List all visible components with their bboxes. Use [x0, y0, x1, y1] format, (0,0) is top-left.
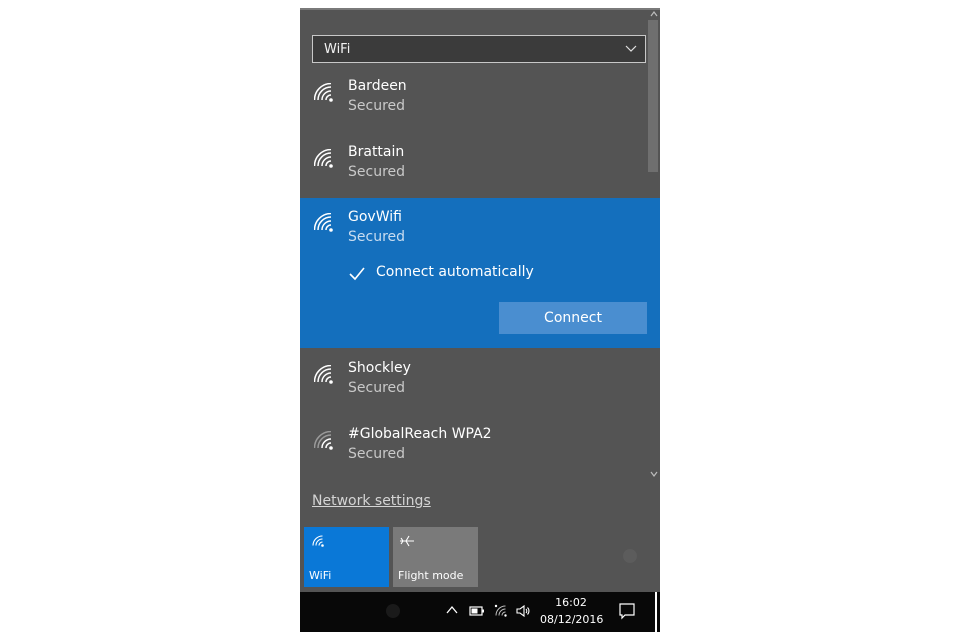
network-status: Secured [348, 229, 406, 245]
clock-date[interactable]: 08/12/2016 [540, 613, 603, 626]
network-item[interactable]: #GlobalReach WPA2 Secured [300, 418, 648, 484]
volume-icon[interactable] [515, 603, 531, 619]
scroll-down-arrow-icon[interactable] [649, 470, 659, 478]
network-settings-link[interactable]: Network settings [312, 493, 431, 509]
network-name: Bardeen [348, 78, 407, 94]
flight-mode-quick-action-tile[interactable]: Flight mode [393, 527, 478, 587]
network-flyout: WiFi Bardeen Secured Brattain Secured Go… [300, 8, 660, 592]
flyout-top-border [300, 8, 660, 10]
connect-automatically-checkbox[interactable] [348, 265, 366, 283]
wifi-signal-icon [314, 149, 333, 168]
network-item-selected[interactable]: GovWifi Secured Connect automatically Co… [300, 198, 660, 348]
network-type-dropdown[interactable]: WiFi [312, 35, 646, 63]
airplane-icon [400, 535, 414, 547]
network-type-selected: WiFi [324, 42, 351, 57]
network-name: Brattain [348, 144, 405, 160]
network-status: Secured [348, 98, 406, 114]
faded-plus-icon [623, 549, 637, 563]
network-status: Secured [348, 380, 406, 396]
flight-mode-tile-label: Flight mode [398, 569, 464, 582]
wifi-signal-icon [314, 431, 333, 450]
taskbar: 16:02 08/12/2016 [300, 592, 660, 632]
network-item[interactable]: Bardeen Secured [300, 70, 648, 136]
scrollbar-thumb[interactable] [648, 20, 658, 172]
wifi-signal-icon [314, 213, 333, 232]
wifi-tray-icon[interactable] [493, 603, 509, 619]
show-desktop-edge[interactable] [655, 592, 657, 632]
clock-time[interactable]: 16:02 [540, 596, 602, 609]
network-item[interactable]: Brattain Secured [300, 136, 648, 202]
network-name: GovWifi [348, 209, 402, 225]
network-name: Shockley [348, 360, 411, 376]
network-status: Secured [348, 446, 406, 462]
network-status: Secured [348, 164, 406, 180]
faded-taskbar-icon [386, 604, 400, 618]
action-center-icon[interactable] [618, 602, 636, 620]
network-item[interactable]: Shockley Secured [300, 352, 648, 418]
scroll-up-arrow-icon[interactable] [649, 10, 659, 18]
battery-icon[interactable] [469, 605, 485, 617]
wifi-signal-icon [314, 365, 333, 384]
connect-automatically-label: Connect automatically [376, 264, 534, 280]
chevron-down-icon [625, 45, 637, 52]
wifi-icon [312, 535, 324, 547]
show-hidden-icons-chevron-icon[interactable] [446, 605, 458, 615]
wifi-signal-icon [314, 83, 333, 102]
wifi-quick-action-tile[interactable]: WiFi [304, 527, 389, 587]
wifi-tile-label: WiFi [309, 569, 332, 582]
connect-button[interactable]: Connect [499, 302, 647, 334]
network-name: #GlobalReach WPA2 [348, 426, 492, 442]
